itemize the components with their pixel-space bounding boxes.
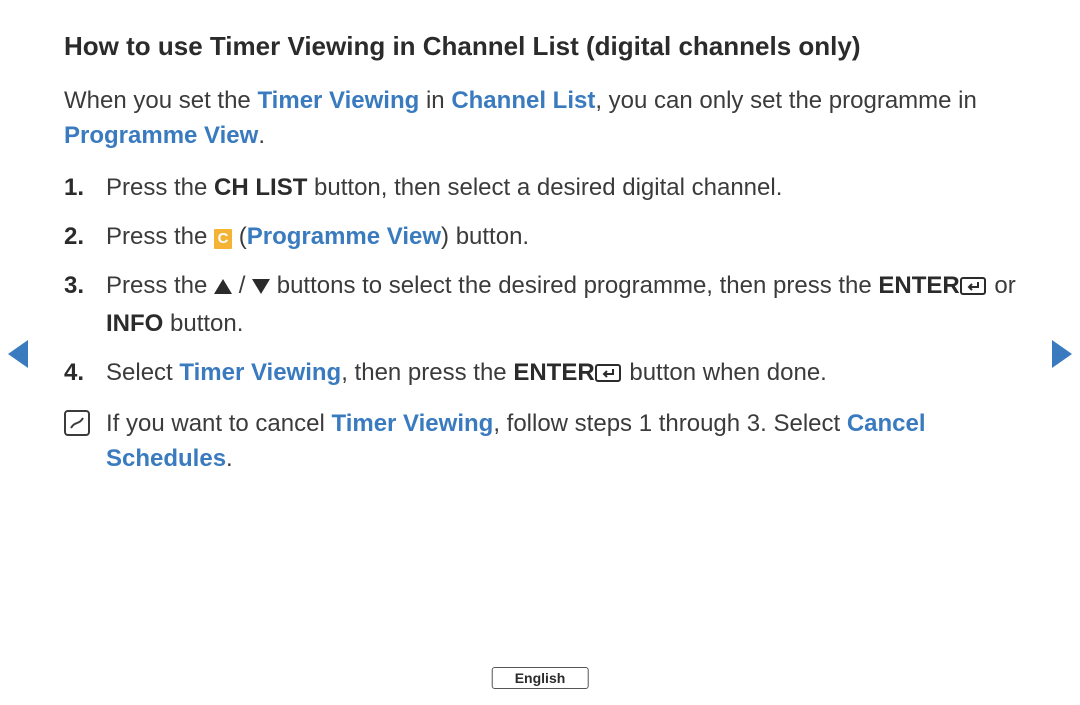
step-text: button, then select a desired digital ch…: [307, 174, 782, 201]
down-arrow-icon: [252, 279, 270, 294]
note-text: If you want to cancel: [106, 410, 331, 437]
intro-paragraph: When you set the Timer Viewing in Channe…: [64, 84, 1016, 154]
timer-viewing-term: Timer Viewing: [331, 410, 493, 437]
step-text: button.: [163, 310, 243, 337]
note-icon: [64, 410, 90, 436]
intro-text: When you set the: [64, 87, 257, 114]
page-title: How to use Timer Viewing in Channel List…: [64, 30, 1016, 64]
step-marker: 1.: [64, 171, 106, 206]
step-text: ) button.: [441, 223, 529, 250]
timer-viewing-term: Timer Viewing: [179, 359, 341, 386]
content-area: How to use Timer Viewing in Channel List…: [0, 0, 1080, 477]
step-text: (: [232, 223, 247, 250]
enter-icon: [960, 272, 988, 307]
note-row: If you want to cancel Timer Viewing, fol…: [64, 407, 1016, 477]
language-badge: English: [492, 667, 589, 689]
next-page-arrow[interactable]: [1052, 340, 1072, 368]
steps-list: 1. Press the CH LIST button, then select…: [64, 171, 1016, 393]
step-text: Select: [106, 359, 179, 386]
step-text: Press the: [106, 174, 214, 201]
step-text: Press the: [106, 223, 214, 250]
step-3: 3. Press the / buttons to select the des…: [64, 269, 1016, 342]
intro-text: , you can only set the programme in: [595, 87, 977, 114]
ch-list-button-label: CH LIST: [214, 174, 307, 201]
up-arrow-icon: [214, 279, 232, 294]
step-4: 4. Select Timer Viewing, then press the …: [64, 356, 1016, 394]
step-text: Press the: [106, 272, 214, 299]
step-text: , then press the: [341, 359, 513, 386]
step-marker: 3.: [64, 269, 106, 342]
timer-viewing-term: Timer Viewing: [257, 87, 419, 114]
note-text: .: [226, 445, 233, 472]
step-2: 2. Press the C (Programme View) button.: [64, 220, 1016, 255]
enter-button-label: ENTER: [513, 359, 594, 386]
programme-view-term: Programme View: [247, 223, 441, 250]
enter-icon: [595, 359, 623, 394]
step-text: button when done.: [623, 359, 827, 386]
intro-text: in: [419, 87, 451, 114]
info-button-label: INFO: [106, 310, 163, 337]
channel-list-term: Channel List: [451, 87, 595, 114]
previous-page-arrow[interactable]: [8, 340, 28, 368]
enter-button-label: ENTER: [878, 272, 959, 299]
c-button-icon: C: [214, 229, 232, 249]
intro-text: .: [258, 122, 265, 149]
step-text: buttons to select the desired programme,…: [270, 272, 878, 299]
step-text: /: [232, 272, 252, 299]
step-1: 1. Press the CH LIST button, then select…: [64, 171, 1016, 206]
step-marker: 4.: [64, 356, 106, 394]
programme-view-term: Programme View: [64, 122, 258, 149]
step-marker: 2.: [64, 220, 106, 255]
step-text: or: [988, 272, 1016, 299]
note-text: , follow steps 1 through 3. Select: [493, 410, 847, 437]
